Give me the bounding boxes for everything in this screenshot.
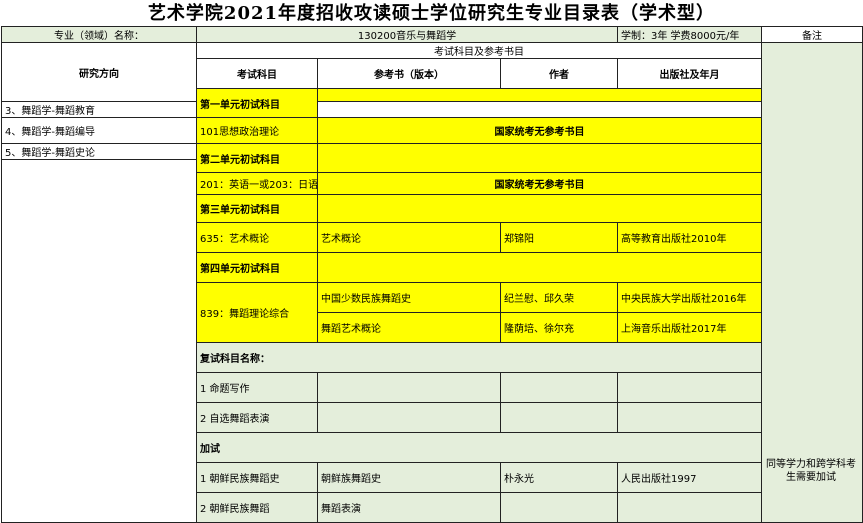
extra-author: 朴永光 xyxy=(500,462,618,493)
retest-blank xyxy=(317,402,501,433)
extra-note: 同等学力和跨学科考生需要加试 xyxy=(766,459,856,483)
extra-subject: 1 朝鲜民族舞蹈史 xyxy=(196,462,318,493)
subjects-group-header: 考试科目及参考书目 xyxy=(196,42,762,59)
major-value: 130200音乐与舞蹈学 xyxy=(196,26,618,43)
extra-subject: 2 朝鲜民族舞蹈 xyxy=(196,492,318,523)
unit4-book: 舞蹈艺术概论 xyxy=(317,312,501,343)
extra-book: 朝鲜族舞蹈史 xyxy=(317,462,501,493)
unit2-label: 第二单元初试科目 xyxy=(196,143,318,173)
publisher-header: 出版社及年月 xyxy=(617,58,762,89)
unit3-label-fill xyxy=(317,194,762,223)
unit1-label: 第一单元初试科目 xyxy=(196,88,318,118)
direction-blank xyxy=(1,159,197,523)
unit4-publisher: 上海音乐出版社2017年 xyxy=(617,312,762,343)
unit3-book: 艺术概论 xyxy=(317,222,501,253)
unit4-subject: 839：舞蹈理论综合 xyxy=(196,282,318,343)
direction-item: 4、舞蹈学-舞蹈编导 xyxy=(1,117,197,144)
page-title: 艺术学院2021年度招收攻读硕士学位研究生专业目录表（学术型） xyxy=(147,3,716,24)
unit1-subject: 101思想政治理论 xyxy=(196,117,318,144)
catalog-table: 专业（领域）名称： 130200音乐与舞蹈学 学制：3年 学费8000元/年 备… xyxy=(1,26,863,523)
unit3-author: 郑锦阳 xyxy=(500,222,618,253)
unit3-subject: 635：艺术概论 xyxy=(196,222,318,253)
retest-label: 复试科目名称： xyxy=(196,342,762,373)
retest-blank xyxy=(500,402,618,433)
unit3-publisher: 高等教育出版社2010年 xyxy=(617,222,762,253)
retest-item: 2 自选舞蹈表演 xyxy=(196,402,318,433)
extra-publisher xyxy=(617,492,762,523)
extra-book: 舞蹈表演 xyxy=(317,492,501,523)
extra-author xyxy=(500,492,618,523)
unit1-note: 国家统考无参考书目 xyxy=(317,117,762,144)
unit2-label-fill xyxy=(317,143,762,173)
retest-blank xyxy=(500,372,618,403)
retest-blank xyxy=(317,372,501,403)
unit2-note: 国家统考无参考书目 xyxy=(317,172,762,195)
book-header: 参考书（版本） xyxy=(317,58,501,89)
unit4-book: 中国少数民族舞蹈史 xyxy=(317,282,501,313)
direction-item: 3、舞蹈学-舞蹈教育 xyxy=(1,101,197,118)
retest-blank xyxy=(617,402,762,433)
extra-label: 加试 xyxy=(196,432,762,463)
direction-item: 5、舞蹈学-舞蹈史论 xyxy=(1,143,197,160)
major-row: 专业（领域）名称： 130200音乐与舞蹈学 学制：3年 学费8000元/年 备… xyxy=(1,26,863,43)
research-direction-header: 研究方向 xyxy=(1,42,197,102)
author-header: 作者 xyxy=(500,58,618,89)
retest-blank xyxy=(617,372,762,403)
unit3-label: 第三单元初试科目 xyxy=(196,194,318,223)
subject-header: 考试科目 xyxy=(196,58,318,89)
remarks-column xyxy=(761,42,863,523)
unit4-label: 第四单元初试科目 xyxy=(196,252,318,283)
unit2-subject: 201：英语一或203：日语 xyxy=(196,172,318,195)
extra-publisher: 人民出版社1997 xyxy=(617,462,762,493)
unit4-label-fill xyxy=(317,252,762,283)
unit4-author: 隆荫培、徐尔充 xyxy=(500,312,618,343)
retest-item: 1 命题写作 xyxy=(196,372,318,403)
duration-fee: 学制：3年 学费8000元/年 xyxy=(617,26,762,43)
unit1-label-fill xyxy=(317,88,762,102)
unit4-author: 纪兰慰、邱久荣 xyxy=(500,282,618,313)
remarks-header: 备注 xyxy=(761,26,863,43)
unit4-publisher: 中央民族大学出版社2016年 xyxy=(617,282,762,313)
major-label: 专业（领域）名称： xyxy=(1,26,197,43)
